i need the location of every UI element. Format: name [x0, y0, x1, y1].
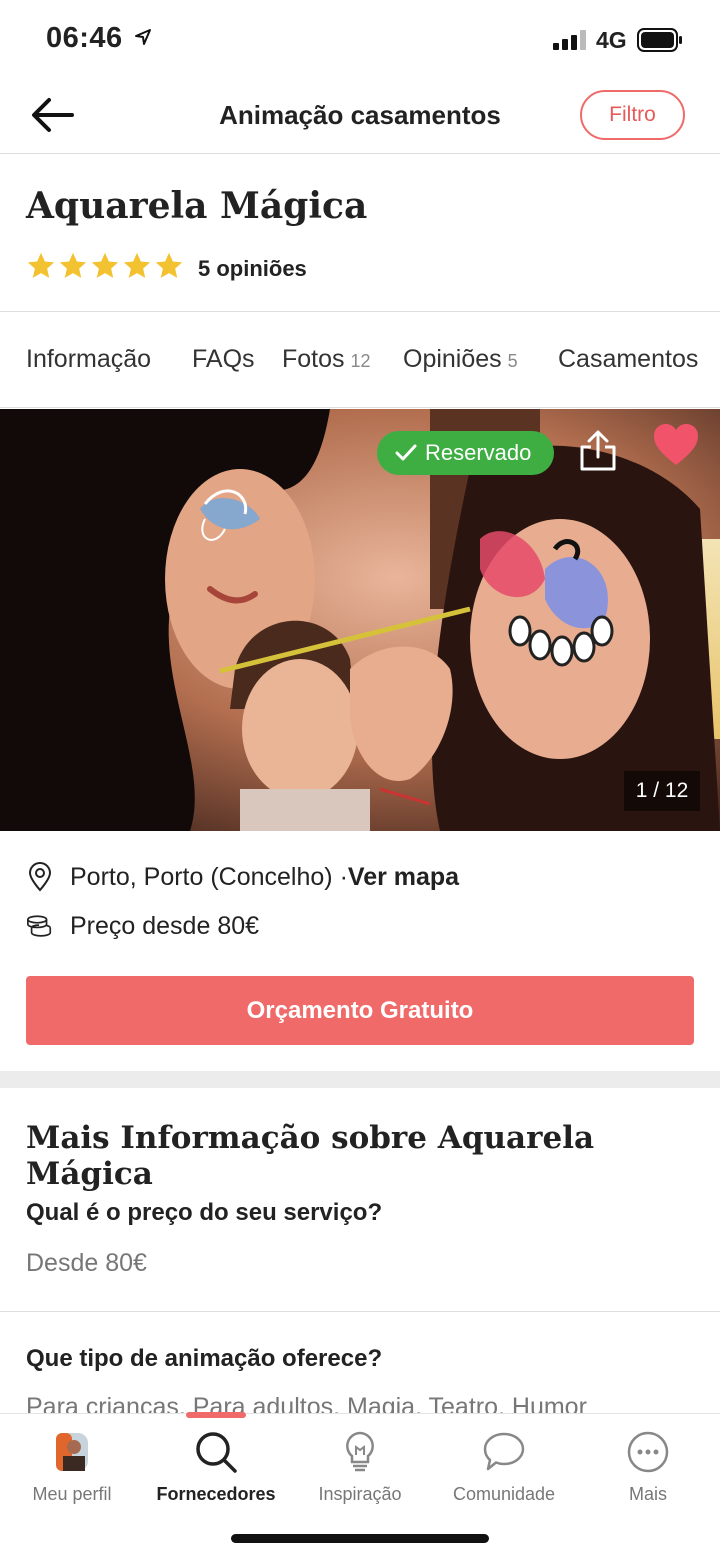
- section-divider: [0, 1071, 720, 1088]
- tab-comunidade[interactable]: Comunidade: [432, 1414, 576, 1514]
- tab-label: Meu perfil: [32, 1484, 112, 1504]
- home-indicator: [231, 1534, 489, 1543]
- tab-mais[interactable]: Mais: [576, 1414, 720, 1514]
- tab-count: 5: [507, 351, 518, 371]
- tab-label: Mais: [628, 1484, 667, 1504]
- reserved-badge: Reservado: [377, 431, 554, 475]
- reserved-label: Reservado: [425, 440, 532, 465]
- free-quote-button[interactable]: Orçamento Gratuito: [26, 976, 694, 1045]
- tab-casamentos[interactable]: Casamentos: [558, 345, 698, 374]
- faq-question: Qual é o preço do seu serviço?: [26, 1199, 383, 1226]
- heart-icon: [654, 424, 698, 465]
- tab-label: Inspiração: [318, 1484, 402, 1504]
- favorite-button[interactable]: [652, 423, 700, 472]
- battery-icon: [637, 28, 683, 57]
- check-icon: [395, 444, 417, 461]
- photo-gallery[interactable]: Reservado 1 / 12: [0, 409, 720, 831]
- filter-button[interactable]: Filtro: [580, 90, 685, 140]
- status-bar: 06:46 4G: [0, 0, 720, 80]
- star-icon: [155, 252, 183, 278]
- more-icon: [627, 1414, 669, 1480]
- location-arrow-icon: [134, 28, 152, 51]
- search-icon: [194, 1414, 238, 1480]
- map-pin-icon: [26, 862, 54, 892]
- share-icon: [580, 430, 616, 471]
- tab-label: Casamentos: [558, 345, 699, 373]
- more-info-title: Mais Informação sobre Aquarela Mágica: [26, 1120, 595, 1192]
- signal-icon: [553, 30, 587, 55]
- star-icon: [59, 252, 87, 278]
- tab-label: Informação: [26, 345, 152, 373]
- vendor-header: Aquarela Mágica 5 opiniões: [0, 155, 720, 312]
- tab-fotos[interactable]: Fotos 12: [282, 345, 371, 374]
- status-time: 06:46: [46, 22, 123, 54]
- rating-stars: [26, 251, 184, 281]
- tab-meu-perfil[interactable]: Meu perfil: [0, 1414, 144, 1514]
- vendor-name: Aquarela Mágica: [26, 185, 368, 227]
- tab-label: Opiniões: [403, 345, 502, 373]
- location-text: Porto, Porto (Concelho) ·: [70, 862, 348, 891]
- tab-informacao[interactable]: Informação: [26, 345, 151, 374]
- chat-bubble-icon: [482, 1414, 526, 1480]
- faq-question: Que tipo de animação oferece?: [26, 1345, 383, 1372]
- avatar-icon: [55, 1414, 89, 1480]
- star-icon: [27, 252, 55, 278]
- nav-bar: Animação casamentos Filtro: [0, 80, 720, 154]
- network-type: 4G: [596, 27, 627, 53]
- price-row: Preço desde 80€: [26, 912, 259, 941]
- lightbulb-icon: [343, 1414, 377, 1480]
- location-row: Porto, Porto (Concelho) · Ver mapa: [26, 862, 459, 892]
- price-text: Preço desde 80€: [70, 912, 260, 940]
- tab-fornecedores[interactable]: Fornecedores: [144, 1414, 288, 1514]
- star-icon: [123, 252, 151, 278]
- photo-counter: 1 / 12: [624, 771, 700, 811]
- tab-opinioes[interactable]: Opiniões 5: [403, 345, 518, 374]
- tab-count: 12: [350, 351, 371, 371]
- tab-label: FAQs: [192, 345, 255, 373]
- reviews-count[interactable]: 5 opiniões: [198, 256, 307, 282]
- section-tabs: Informação FAQs Fotos 12 Opiniões 5 Casame…: [0, 313, 720, 408]
- view-map-link[interactable]: Ver mapa: [348, 863, 459, 892]
- tab-label: Fornecedores: [156, 1484, 276, 1504]
- tab-faqs[interactable]: FAQs: [192, 345, 255, 374]
- tab-inspiracao[interactable]: Inspiração: [288, 1414, 432, 1514]
- faq-answer: Desde 80€: [26, 1249, 147, 1277]
- divider: [0, 1311, 720, 1312]
- tab-label: Comunidade: [452, 1484, 556, 1504]
- share-button[interactable]: [578, 429, 618, 478]
- star-icon: [91, 252, 119, 278]
- coins-icon: [26, 914, 54, 940]
- tab-label: Fotos: [282, 345, 345, 373]
